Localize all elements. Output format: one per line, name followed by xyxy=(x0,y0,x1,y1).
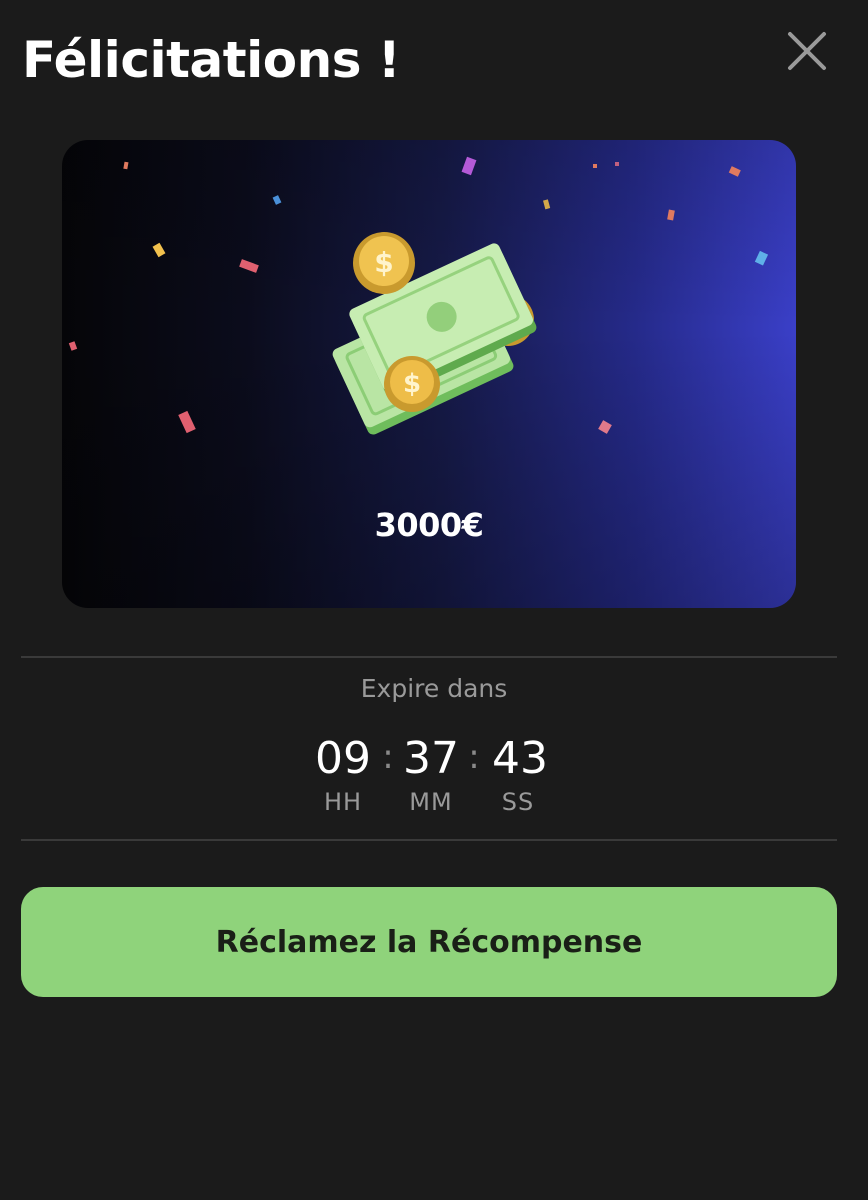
divider-bottom xyxy=(21,839,837,841)
countdown-seconds: 43 xyxy=(492,733,548,784)
reward-banner: $ $ 3000€ xyxy=(62,140,796,608)
seconds-unit-label: SS xyxy=(501,788,535,816)
hours-unit-label: HH xyxy=(323,788,363,816)
svg-text:$: $ xyxy=(403,369,421,399)
countdown-minutes: 37 xyxy=(403,733,459,784)
countdown-hours: 09 xyxy=(315,733,371,784)
reward-dialog: Félicitations ! $ $ 3000€ Expire dans 09… xyxy=(0,0,868,1200)
divider-top xyxy=(21,656,837,658)
expire-label: Expire dans xyxy=(360,674,508,703)
reward-amount: 3000€ xyxy=(374,506,484,544)
minutes-unit-label: MM xyxy=(409,788,453,816)
countdown-timer: 09 : 37 : 43 HH MM SS xyxy=(0,730,868,830)
close-button[interactable] xyxy=(778,22,836,80)
close-icon xyxy=(788,32,826,70)
svg-text:$: $ xyxy=(374,246,393,279)
dialog-title: Félicitations ! xyxy=(22,31,401,89)
money-bills-coins-icon: $ $ xyxy=(332,232,537,435)
claim-reward-button[interactable]: Réclamez la Récompense xyxy=(21,887,837,997)
